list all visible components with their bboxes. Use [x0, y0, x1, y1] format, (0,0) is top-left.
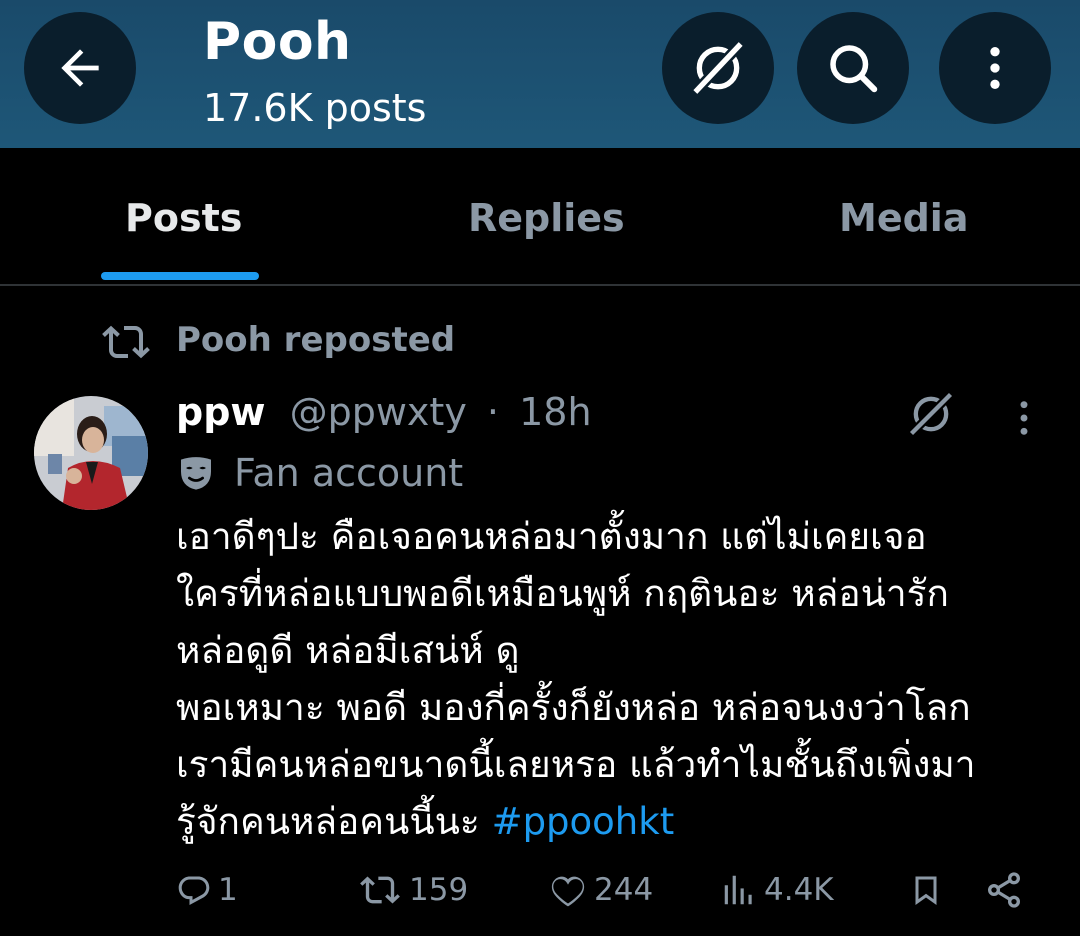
repost-label: Pooh reposted — [176, 320, 456, 360]
active-tab-indicator — [101, 272, 259, 280]
mask-icon — [181, 457, 211, 490]
search-button[interactable] — [797, 12, 909, 124]
tweet-text-line: หล่อดูดี หล่อมีเสน่ห์ ดู — [176, 629, 520, 672]
views-button[interactable]: 4.4K — [720, 860, 834, 920]
reply-button[interactable]: 1 — [176, 860, 238, 920]
views-chart-icon — [724, 875, 752, 905]
repost-button[interactable]: 159 — [357, 860, 468, 920]
profile-header: Pooh 17.6K posts — [0, 0, 1080, 148]
tab-posts[interactable]: Posts — [125, 196, 242, 240]
repost-count: 159 — [409, 872, 469, 908]
tweet-text-line: ใครที่หล่อแบบพอดีเหมือนพูห์ กฤตินอะ หล่อ… — [176, 572, 949, 615]
tab-media[interactable]: Media — [839, 196, 968, 240]
repost-icon — [360, 876, 400, 904]
share-button[interactable] — [984, 860, 1024, 920]
meta-separator: · — [486, 390, 499, 434]
more-vertical-icon — [990, 47, 1000, 89]
no-animation-icon — [691, 40, 745, 96]
back-button[interactable] — [24, 12, 136, 124]
tweet-more-icon[interactable] — [1008, 398, 1040, 438]
tweet-text-fragment: รู้จักคนหล่อคนนี้นะ — [176, 800, 492, 843]
reply-icon — [178, 876, 210, 905]
tab-replies[interactable]: Replies — [468, 196, 625, 240]
profile-tabs: Posts Replies Media — [0, 148, 1080, 286]
like-count: 244 — [594, 872, 654, 908]
author-name[interactable]: ppw — [176, 390, 266, 434]
tweet-text-line: เรามีคนหล่อขนาดนี้เลยหรอ แล้วทำไมชั้นถึง… — [176, 743, 976, 786]
tweet-actions: 1 159 244 4.4K — [0, 860, 1080, 920]
bookmark-button[interactable] — [908, 860, 944, 920]
repost-indicator[interactable]: Pooh reposted — [102, 318, 455, 366]
tweet-author-row: ppw @ppwxty · 18h — [176, 390, 592, 442]
tweet-text-line-last: รู้จักคนหล่อคนนี้นะ #ppoohkt — [176, 793, 1056, 850]
reply-count: 1 — [218, 872, 238, 908]
post-count: 17.6K posts — [203, 86, 427, 130]
like-button[interactable]: 244 — [548, 860, 653, 920]
profile-name: Pooh — [203, 12, 352, 72]
no-animation-button[interactable] — [662, 12, 774, 124]
heart-icon — [551, 876, 585, 907]
tweet-text: เอาดีๆปะ คือเจอคนหล่อมาตั้งมาก แต่ไม่เคย… — [176, 508, 1056, 850]
automated-label[interactable]: Fan account — [176, 448, 463, 498]
avatar-photo — [34, 396, 148, 510]
account-label-text: Fan account — [234, 451, 464, 495]
tweet-text-line: เอาดีๆปะ คือเจอคนหล่อมาตั้งมาก แต่ไม่เคย… — [176, 515, 927, 558]
author-handle[interactable]: @ppwxty — [290, 390, 467, 434]
tweet-time[interactable]: 18h — [519, 390, 591, 434]
more-options-button[interactable] — [939, 12, 1051, 124]
view-count: 4.4K — [764, 872, 834, 908]
no-animation-icon[interactable] — [902, 388, 960, 440]
hashtag-link[interactable]: #ppoohkt — [492, 800, 675, 843]
arrow-left-icon — [61, 49, 99, 87]
avatar[interactable] — [34, 396, 148, 510]
tweet-text-line: พอเหมาะ พอดี มองกี่ครั้งก็ยังหล่อ หล่อจน… — [176, 686, 971, 729]
bookmark-icon — [915, 876, 937, 905]
search-icon — [830, 45, 878, 93]
share-icon — [988, 872, 1020, 908]
repost-icon — [102, 325, 150, 359]
